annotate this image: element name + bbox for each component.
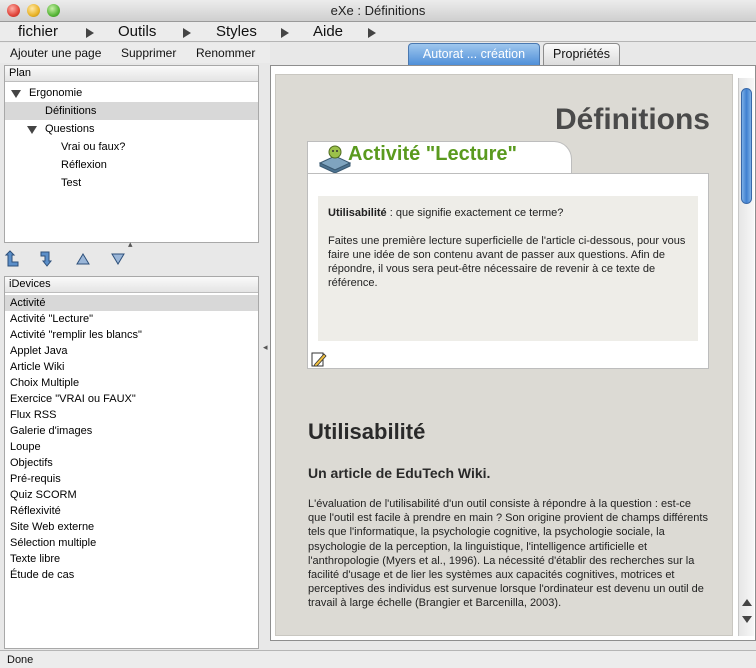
tree-node-vrai-ou-faux[interactable]: Vrai ou faux? — [5, 138, 258, 156]
scroll-up-arrow-icon[interactable] — [742, 599, 752, 606]
reading-activity-icon — [318, 145, 352, 173]
idevice-list-item[interactable]: Applet Java — [5, 343, 258, 359]
idevice-list-item[interactable]: Activité "Lecture" — [5, 311, 258, 327]
idevice-list-item[interactable]: Quiz SCORM — [5, 487, 258, 503]
add-page-button[interactable]: Ajouter une page — [10, 46, 101, 60]
tree-node-label: Questions — [45, 123, 95, 135]
tree-node-label: Vrai ou faux? — [61, 141, 126, 153]
window-title: eXe : Définitions — [330, 3, 426, 18]
article-body: L'évaluation de l'utilisabilité d'un out… — [308, 498, 708, 610]
move-node-toolbar — [4, 248, 259, 270]
idevice-list-item[interactable]: Pré-requis — [5, 471, 258, 487]
idevice-list-item[interactable]: Étude de cas — [5, 567, 258, 583]
page-title: Définitions — [555, 103, 710, 136]
tree-node-label: Ergonomie — [29, 87, 83, 99]
idevices-list: Activité Activité "Lecture" Activité "remp… — [5, 295, 258, 583]
idevice-list-item[interactable]: Texte libre — [5, 551, 258, 567]
page-content: Définitions Activité "Lecture" Utilisabi… — [275, 74, 733, 636]
promote-icon[interactable] — [4, 250, 22, 268]
idevice-list-item[interactable]: Objectifs — [5, 455, 258, 471]
status-bar: Done — [0, 650, 756, 668]
demote-icon[interactable] — [39, 250, 57, 268]
status-text: Done — [7, 654, 34, 666]
menu-fichier[interactable]: fichier — [18, 23, 58, 40]
scrollbar-thumb[interactable] — [741, 88, 752, 204]
menu-aide[interactable]: Aide — [313, 23, 343, 40]
idevice-list-item[interactable]: Flux RSS — [5, 407, 258, 423]
title-bar: eXe : Définitions — [0, 0, 756, 22]
outline-toolbar: Ajouter une page Supprimer Renommer — [0, 43, 270, 63]
vertical-splitter-handle-icon[interactable]: ◂ — [263, 342, 268, 353]
move-up-icon[interactable] — [74, 250, 92, 268]
idevice-list-item[interactable]: Exercice "VRAI ou FAUX" — [5, 391, 258, 407]
scroll-down-arrow-icon[interactable] — [742, 616, 752, 623]
tree-node-label: Définitions — [45, 105, 97, 117]
idevice-list-item[interactable]: Activité "remplir les blancs" — [5, 327, 258, 343]
tree-node-reflexion[interactable]: Réflexion — [5, 156, 258, 174]
outline-header: Plan — [5, 66, 258, 82]
content-frame: Définitions Activité "Lecture" Utilisabi… — [270, 65, 756, 641]
tree-node-definitions[interactable]: Définitions — [5, 102, 258, 120]
tree-node-ergonomie[interactable]: Ergonomie — [5, 84, 258, 102]
menu-bar: fichier Outils Styles Aide — [0, 22, 756, 42]
idevices-panel: iDevices Activité Activité "Lecture" Activ… — [4, 276, 259, 649]
outline-panel: Plan Ergonomie Définitions Questions Vra… — [4, 65, 259, 243]
tree-node-test[interactable]: Test — [5, 174, 258, 192]
tree-node-questions[interactable]: Questions — [5, 120, 258, 138]
idevice-list-item[interactable]: Réflexivité — [5, 503, 258, 519]
move-down-icon[interactable] — [109, 250, 127, 268]
article-subheading: Un article de EduTech Wiki. — [308, 465, 491, 481]
menu-arrow-icon[interactable] — [368, 28, 376, 38]
idevice-list-item[interactable]: Article Wiki — [5, 359, 258, 375]
idevice-list-item[interactable]: Choix Multiple — [5, 375, 258, 391]
menu-outils[interactable]: Outils — [118, 23, 156, 40]
idevice-list-item[interactable]: Sélection multiple — [5, 535, 258, 551]
idevice-question: : que signifie exactement ce terme? — [386, 207, 564, 219]
tree-node-label: Test — [61, 177, 82, 189]
idevice-list-item[interactable]: Loupe — [5, 439, 258, 455]
content-scrollbar[interactable] — [738, 78, 754, 636]
disclosure-triangle-icon[interactable] — [11, 90, 21, 98]
tree-node-label: Réflexion — [61, 159, 107, 171]
idevices-header: iDevices — [5, 277, 258, 293]
delete-page-button[interactable]: Supprimer — [121, 46, 176, 60]
article-heading: Utilisabilité — [308, 419, 426, 444]
menu-styles[interactable]: Styles — [216, 23, 257, 40]
rename-page-button[interactable]: Renommer — [196, 46, 255, 60]
idevice-list-item[interactable]: Site Web externe — [5, 519, 258, 535]
idevice-title: Activité "Lecture" — [348, 143, 518, 165]
idevice-body: Utilisabilité : que signifie exactement … — [318, 196, 698, 341]
idevice-list-item[interactable]: Galerie d'images — [5, 423, 258, 439]
idevice-list-item[interactable]: Activité — [5, 295, 258, 311]
tab-authoring[interactable]: Autorat ... création — [408, 43, 540, 65]
menu-arrow-icon[interactable] — [86, 28, 94, 38]
tab-properties[interactable]: Propriétés — [543, 43, 620, 65]
menu-arrow-icon[interactable] — [183, 28, 191, 38]
idevice-term: Utilisabilité — [328, 207, 387, 219]
edit-icon[interactable] — [311, 351, 327, 367]
idevice-instructions: Faites une première lecture superficiell… — [328, 235, 686, 289]
menu-arrow-icon[interactable] — [281, 28, 289, 38]
disclosure-triangle-icon[interactable] — [27, 126, 37, 134]
